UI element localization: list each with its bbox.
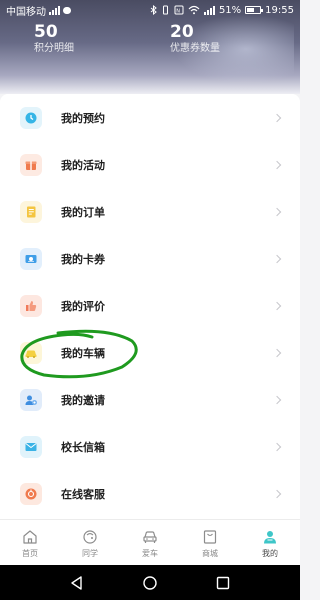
menu-item-invitations[interactable]: 我的邀请 — [0, 376, 300, 424]
menu-label-appointments: 我的预约 — [61, 112, 105, 125]
thumb-icon — [20, 295, 42, 317]
menu-label-online-service: 在线客服 — [61, 488, 105, 501]
wifi-icon — [188, 5, 200, 15]
shop-icon — [203, 529, 217, 544]
battery-icon — [245, 6, 264, 14]
person-icon — [264, 530, 276, 543]
menu-label-orders: 我的订单 — [61, 206, 105, 219]
mailbox-icon — [20, 436, 42, 458]
chevron-right-icon — [272, 301, 282, 311]
svg-text:N: N — [176, 9, 180, 15]
menu-label-activities: 我的活动 — [61, 159, 105, 172]
bottom-tab-bar: 首页 同学 爱车 商城 我的 — [0, 519, 300, 565]
menu-label-reviews: 我的评价 — [61, 300, 105, 313]
menu-label-principal-mailbox: 校长信箱 — [61, 441, 105, 454]
chevron-right-icon — [272, 489, 282, 499]
points-stat[interactable]: 50 积分明细 — [34, 22, 74, 56]
tab-mine[interactable]: 我的 — [240, 520, 300, 566]
menu-label-coupons: 我的卡券 — [61, 253, 105, 266]
menu-item-vehicles[interactable]: 我的车辆 — [0, 329, 300, 377]
classmate-icon — [83, 529, 97, 544]
carrier-label: 中国移动 — [6, 6, 46, 18]
chevron-right-icon — [272, 207, 282, 217]
tab-home[interactable]: 首页 — [0, 520, 60, 566]
menu-label-vehicles: 我的车辆 — [61, 347, 105, 360]
car-front-icon — [143, 530, 157, 543]
service-icon — [20, 483, 42, 505]
clock-time: 19:55 — [265, 4, 294, 16]
invite-icon — [20, 389, 42, 411]
home-icon — [23, 529, 37, 544]
gift-icon — [20, 154, 42, 176]
home-circle-icon[interactable] — [142, 575, 158, 591]
tab-shop[interactable]: 商城 — [180, 520, 240, 566]
chevron-right-icon — [272, 348, 282, 358]
menu-label-invitations: 我的邀请 — [61, 394, 105, 407]
vibrate-icon — [162, 5, 168, 15]
points-label: 积分明细 — [34, 43, 74, 54]
coupon-stat[interactable]: 20 优惠券数量 — [170, 22, 220, 56]
menu-list: 我的预约 我的活动 我的订单 我的卡券 我的评价 我的车辆 我的邀请 校长信箱 … — [0, 94, 300, 519]
points-value: 50 — [34, 22, 58, 42]
order-icon — [20, 201, 42, 223]
chevron-right-icon — [272, 395, 282, 405]
clock-icon — [20, 107, 42, 129]
recent-apps-icon[interactable] — [215, 575, 231, 591]
tab-mine-label: 我的 — [262, 548, 278, 558]
tab-my-car-label: 爱车 — [142, 548, 158, 558]
tab-shop-label: 商城 — [202, 548, 218, 558]
coupon-value: 20 — [170, 22, 194, 42]
coupon-icon — [20, 248, 42, 270]
menu-item-online-service[interactable]: 在线客服 — [0, 470, 300, 518]
profile-header: 中国移动 N 51% 19:55 50 积分明细 20 优惠券数量 — [0, 0, 300, 94]
signal-icon — [49, 5, 60, 15]
bluetooth-icon — [150, 5, 157, 15]
stats-row: 50 积分明细 20 优惠券数量 — [0, 22, 300, 62]
status-bar: 中国移动 N 51% 19:55 — [0, 0, 300, 20]
menu-item-coupons[interactable]: 我的卡券 — [0, 235, 300, 283]
menu-item-principal-mailbox[interactable]: 校长信箱 — [0, 423, 300, 471]
tab-my-car[interactable]: 爱车 — [120, 520, 180, 566]
coupon-label: 优惠券数量 — [170, 43, 220, 54]
back-icon[interactable] — [69, 575, 85, 591]
chevron-right-icon — [272, 442, 282, 452]
tab-classmates-label: 同学 — [82, 548, 98, 558]
tab-classmates[interactable]: 同学 — [60, 520, 120, 566]
menu-item-reviews[interactable]: 我的评价 — [0, 282, 300, 330]
chevron-right-icon — [272, 160, 282, 170]
chevron-right-icon — [272, 113, 282, 123]
menu-item-orders[interactable]: 我的订单 — [0, 188, 300, 236]
car-icon — [20, 342, 42, 364]
menu-item-activities[interactable]: 我的活动 — [0, 141, 300, 189]
nfc-icon: N — [174, 5, 184, 15]
chat-notification-icon — [63, 6, 71, 14]
chevron-right-icon — [272, 254, 282, 264]
cellular-icon — [203, 5, 215, 15]
menu-item-appointments[interactable]: 我的预约 — [0, 94, 300, 142]
system-navigation-bar — [0, 565, 300, 600]
battery-percent: 51% — [218, 4, 242, 16]
tab-home-label: 首页 — [22, 548, 38, 558]
